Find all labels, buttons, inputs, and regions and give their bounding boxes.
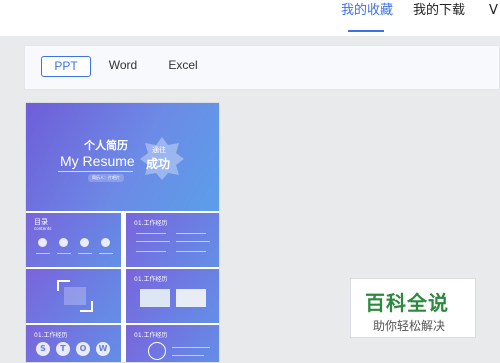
filter-ppt-button[interactable]: PPT (41, 56, 91, 77)
quote-frame-icon (57, 280, 93, 312)
timeline-line-2 (172, 355, 204, 356)
slide-contents-subtitle: contents (34, 226, 52, 231)
cover-tag: 简历人：片吧片 (88, 174, 124, 182)
tab-my-downloads[interactable]: 我的下载 (413, 2, 465, 20)
slide-contents: 目录 contents (26, 213, 121, 267)
filter-word-button[interactable]: Word (101, 56, 145, 77)
timeline-line-1 (172, 347, 210, 348)
slide-work-experience-1: 01.工作经历 (126, 213, 219, 267)
slide-work-experience-1-title: 01.工作经历 (134, 220, 168, 227)
contents-icon-1 (38, 238, 47, 247)
contents-line-2 (57, 253, 71, 254)
tab-my-favorites[interactable]: 我的收藏 (341, 2, 393, 20)
work-line-4 (176, 241, 210, 242)
work-line-1 (136, 233, 166, 234)
work-line-2 (176, 233, 206, 234)
file-type-filter-bar: PPT Word Excel (24, 45, 500, 90)
top-navigation: 我的收藏 我的下载 V (0, 0, 500, 36)
watermark-title: 百科全说 (365, 291, 449, 315)
swot-o: O (76, 342, 90, 356)
contents-line-4 (99, 253, 113, 254)
contents-line-1 (36, 253, 50, 254)
swot-s: S (36, 342, 50, 356)
contents-icon-3 (80, 238, 89, 247)
cover-title: 个人简历 (84, 139, 128, 152)
slide-swot-title: 01.工作经历 (34, 332, 68, 339)
timeline-ring-icon (148, 342, 166, 360)
badge-top-text: 通往 (152, 146, 166, 154)
cover-subtitle: My Resume (60, 153, 135, 169)
contents-line-3 (78, 253, 92, 254)
active-tab-indicator (348, 30, 384, 32)
watermark-slogan: 助你轻松解决 (373, 319, 446, 333)
slide-quote (26, 269, 121, 323)
work-line-5 (136, 251, 166, 252)
slide-timeline: 01.工作经历 (126, 325, 219, 362)
photo-2-image (176, 289, 206, 307)
tab-truncated[interactable]: V (489, 2, 498, 20)
contents-icon-4 (101, 238, 110, 247)
slide-work-experience-2-title: 01.工作经历 (134, 276, 168, 283)
cover-divider (58, 171, 133, 172)
swot-w: W (96, 342, 110, 356)
swot-t: T (56, 342, 70, 356)
slide-swot: 01.工作经历 S T O W (26, 325, 121, 362)
slide-work-experience-2: 01.工作经历 (126, 269, 219, 323)
slide-timeline-title: 01.工作经历 (134, 332, 168, 339)
slide-cover: 个人简历 My Resume 简历人：片吧片 通往 成功 (26, 103, 219, 211)
ppt-thumbnail-card[interactable]: 个人简历 My Resume 简历人：片吧片 通往 成功 目录 contents… (25, 102, 220, 363)
work-line-3 (136, 241, 170, 242)
badge-main-text: 成功 (146, 157, 171, 171)
watermark-logo: 百科全说 助你轻松解决 (350, 278, 476, 338)
photo-1-image (140, 289, 170, 307)
work-line-6 (176, 251, 206, 252)
contents-icon-2 (59, 238, 68, 247)
filter-excel-button[interactable]: Excel (161, 56, 205, 77)
